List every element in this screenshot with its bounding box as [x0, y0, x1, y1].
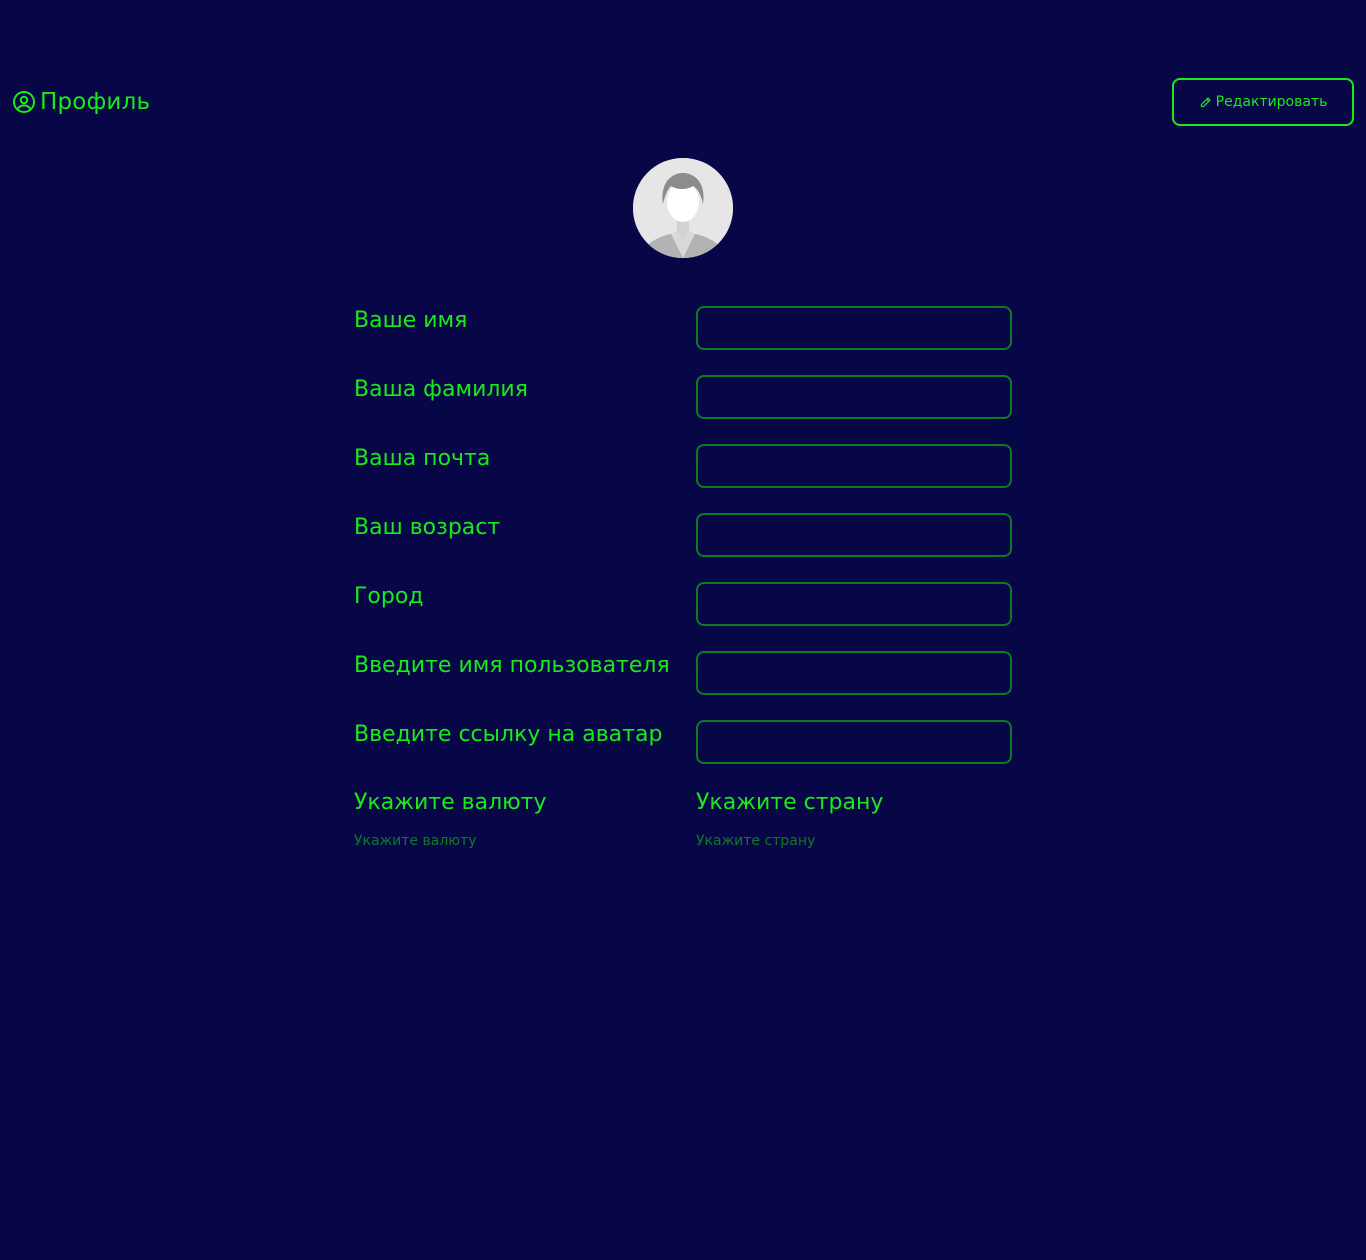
currency-select[interactable]: Укажите валюту — [354, 833, 547, 849]
pencil-icon — [1200, 96, 1211, 107]
city-label: Город — [354, 584, 424, 609]
first-name-input[interactable] — [696, 306, 1012, 350]
form-row-city: Город — [354, 582, 1014, 626]
page-header: Профиль Редактировать — [0, 78, 1366, 126]
avatar-url-input[interactable] — [696, 720, 1012, 764]
avatar-placeholder-icon — [633, 158, 733, 258]
email-label: Ваша почта — [354, 446, 491, 471]
age-input[interactable] — [696, 513, 1012, 557]
edit-button[interactable]: Редактировать — [1172, 78, 1354, 126]
email-input[interactable] — [696, 444, 1012, 488]
form-row-last-name: Ваша фамилия — [354, 375, 1014, 419]
user-circle-icon — [13, 91, 35, 113]
form-row-username: Введите имя пользователя — [354, 651, 1014, 695]
avatar — [633, 158, 733, 258]
form-row-age: Ваш возраст — [354, 513, 1014, 557]
username-input[interactable] — [696, 651, 1012, 695]
country-select[interactable]: Укажите страну — [696, 833, 883, 849]
country-select-group: Укажите страну Укажите страну — [696, 790, 883, 849]
form-row-first-name: Ваше имя — [354, 306, 1014, 350]
page-title: Профиль — [40, 89, 151, 115]
country-label: Укажите страну — [696, 790, 884, 815]
page-title-group: Профиль — [12, 88, 150, 116]
username-label: Введите имя пользователя — [354, 653, 670, 678]
age-label: Ваш возраст — [354, 515, 501, 540]
currency-label: Укажите валюту — [354, 790, 547, 815]
form-row-email: Ваша почта — [354, 444, 1014, 488]
first-name-label: Ваше имя — [354, 308, 468, 333]
last-name-input[interactable] — [696, 375, 1012, 419]
currency-select-group: Укажите валюту Укажите валюту — [354, 790, 547, 849]
avatar-url-label: Введите ссылку на аватар — [354, 722, 663, 747]
city-input[interactable] — [696, 582, 1012, 626]
form-row-avatar-url: Введите ссылку на аватар — [354, 720, 1014, 764]
edit-button-label: Редактировать — [1215, 94, 1328, 110]
last-name-label: Ваша фамилия — [354, 377, 528, 402]
